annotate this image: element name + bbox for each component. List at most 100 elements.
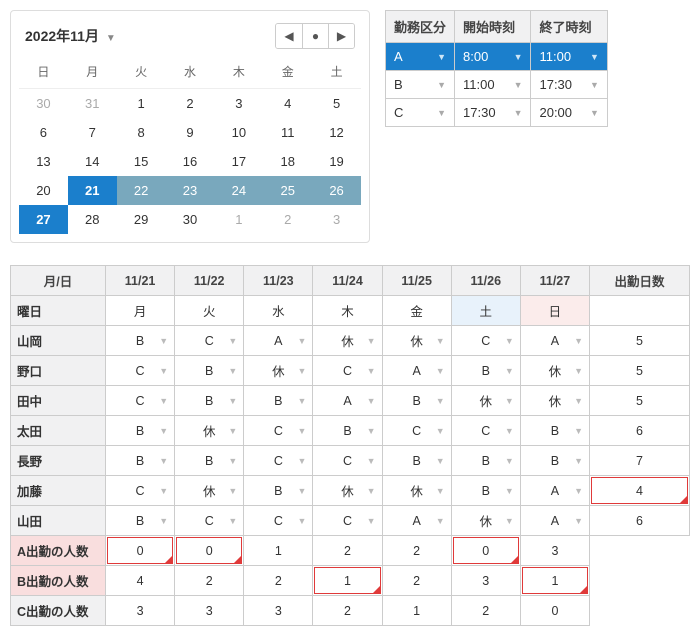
shift-end[interactable]: 20:00▼: [531, 99, 607, 127]
calendar-day[interactable]: 30: [166, 205, 215, 234]
schedule-shift-cell[interactable]: C▼: [313, 356, 382, 386]
calendar-day[interactable]: 8: [117, 118, 166, 147]
schedule-shift-cell[interactable]: A▼: [520, 506, 589, 536]
schedule-shift-cell[interactable]: B▼: [451, 476, 520, 506]
schedule-shift-cell[interactable]: C▼: [244, 506, 313, 536]
schedule-shift-cell[interactable]: B▼: [382, 386, 451, 416]
calendar-month-picker[interactable]: 2022年11月 ▼: [25, 26, 116, 46]
schedule-shift-cell[interactable]: C▼: [382, 416, 451, 446]
shift-start[interactable]: 8:00▼: [455, 43, 531, 71]
schedule-shift-cell[interactable]: 休▼: [382, 476, 451, 506]
calendar-day[interactable]: 7: [68, 118, 117, 147]
schedule-shift-cell[interactable]: B▼: [451, 446, 520, 476]
shift-kind[interactable]: C▼: [386, 99, 455, 127]
schedule-shift-cell[interactable]: B▼: [106, 416, 175, 446]
calendar-day[interactable]: 20: [19, 176, 68, 205]
schedule-shift-cell[interactable]: 休▼: [175, 416, 244, 446]
calendar-day[interactable]: 1: [117, 89, 166, 118]
shift-start[interactable]: 11:00▼: [455, 71, 531, 99]
calendar-day[interactable]: 17: [214, 147, 263, 176]
schedule-shift-cell[interactable]: A▼: [244, 326, 313, 356]
calendar-day[interactable]: 3: [312, 205, 361, 234]
calendar-day[interactable]: 22: [117, 176, 166, 205]
calendar-day[interactable]: 28: [68, 205, 117, 234]
schedule-shift-cell[interactable]: C▼: [175, 506, 244, 536]
schedule-shift-cell[interactable]: 休▼: [520, 356, 589, 386]
schedule-shift-cell[interactable]: 休▼: [520, 386, 589, 416]
calendar-day[interactable]: 29: [117, 205, 166, 234]
schedule-shift-cell[interactable]: A▼: [313, 386, 382, 416]
schedule-shift-cell[interactable]: B▼: [520, 416, 589, 446]
shift-end[interactable]: 17:30▼: [531, 71, 607, 99]
schedule-shift-cell[interactable]: 休▼: [382, 326, 451, 356]
schedule-shift-cell[interactable]: C▼: [106, 386, 175, 416]
schedule-shift-cell[interactable]: C▼: [244, 416, 313, 446]
schedule-shift-cell[interactable]: C▼: [451, 326, 520, 356]
schedule-shift-cell[interactable]: C▼: [451, 416, 520, 446]
shift-row[interactable]: C▼17:30▼20:00▼: [386, 99, 608, 127]
schedule-shift-cell[interactable]: C▼: [244, 446, 313, 476]
calendar-day[interactable]: 10: [214, 118, 263, 147]
calendar-day[interactable]: 9: [166, 118, 215, 147]
calendar-day[interactable]: 14: [68, 147, 117, 176]
schedule-shift-cell[interactable]: B▼: [520, 446, 589, 476]
shift-row[interactable]: B▼11:00▼17:30▼: [386, 71, 608, 99]
shift-kind[interactable]: A▼: [386, 43, 455, 71]
calendar-day[interactable]: 2: [166, 89, 215, 118]
calendar-day[interactable]: 15: [117, 147, 166, 176]
calendar-day[interactable]: 23: [166, 176, 215, 205]
schedule-shift-cell[interactable]: 休▼: [451, 386, 520, 416]
schedule-shift-cell[interactable]: 休▼: [313, 326, 382, 356]
schedule-shift-cell[interactable]: 休▼: [244, 356, 313, 386]
schedule-shift-cell[interactable]: B▼: [175, 446, 244, 476]
shift-start[interactable]: 17:30▼: [455, 99, 531, 127]
calendar-day[interactable]: 27: [19, 205, 68, 234]
schedule-shift-cell[interactable]: 休▼: [313, 476, 382, 506]
schedule-shift-cell[interactable]: C▼: [313, 506, 382, 536]
calendar-day[interactable]: 18: [263, 147, 312, 176]
schedule-shift-cell[interactable]: A▼: [520, 326, 589, 356]
schedule-shift-cell[interactable]: 休▼: [451, 506, 520, 536]
calendar-day[interactable]: 13: [19, 147, 68, 176]
calendar-day[interactable]: 30: [19, 89, 68, 118]
calendar-day[interactable]: 19: [312, 147, 361, 176]
shift-kind[interactable]: B▼: [386, 71, 455, 99]
shift-row[interactable]: A▼8:00▼11:00▼: [386, 43, 608, 71]
schedule-shift-cell[interactable]: B▼: [313, 416, 382, 446]
calendar-day[interactable]: 6: [19, 118, 68, 147]
calendar-day[interactable]: 24: [214, 176, 263, 205]
schedule-shift-cell[interactable]: C▼: [106, 356, 175, 386]
calendar-day[interactable]: 4: [263, 89, 312, 118]
calendar-day[interactable]: 25: [263, 176, 312, 205]
schedule-shift-cell[interactable]: A▼: [382, 506, 451, 536]
schedule-shift-cell[interactable]: A▼: [382, 356, 451, 386]
schedule-shift-cell[interactable]: B▼: [382, 446, 451, 476]
calendar-next-button[interactable]: ▶: [328, 24, 354, 48]
calendar-day[interactable]: 31: [68, 89, 117, 118]
schedule-shift-cell[interactable]: B▼: [451, 356, 520, 386]
calendar-day[interactable]: 21: [68, 176, 117, 205]
schedule-shift-cell[interactable]: C▼: [106, 476, 175, 506]
schedule-shift-cell[interactable]: B▼: [175, 356, 244, 386]
schedule-shift-cell[interactable]: A▼: [520, 476, 589, 506]
shift-end[interactable]: 11:00▼: [531, 43, 607, 71]
calendar-day[interactable]: 3: [214, 89, 263, 118]
schedule-shift-cell[interactable]: B▼: [106, 506, 175, 536]
calendar-today-button[interactable]: ●: [302, 24, 328, 48]
schedule-shift-cell[interactable]: B▼: [244, 476, 313, 506]
calendar-day[interactable]: 5: [312, 89, 361, 118]
calendar-day[interactable]: 12: [312, 118, 361, 147]
schedule-shift-cell[interactable]: B▼: [175, 386, 244, 416]
schedule-shift-cell[interactable]: C▼: [175, 326, 244, 356]
schedule-shift-cell[interactable]: C▼: [313, 446, 382, 476]
calendar-day[interactable]: 11: [263, 118, 312, 147]
schedule-shift-cell[interactable]: B▼: [106, 446, 175, 476]
calendar-day[interactable]: 2: [263, 205, 312, 234]
calendar-day[interactable]: 26: [312, 176, 361, 205]
schedule-shift-cell[interactable]: B▼: [244, 386, 313, 416]
calendar-day[interactable]: 16: [166, 147, 215, 176]
calendar-day[interactable]: 1: [214, 205, 263, 234]
calendar-prev-button[interactable]: ◀: [276, 24, 302, 48]
schedule-shift-cell[interactable]: B▼: [106, 326, 175, 356]
schedule-shift-cell[interactable]: 休▼: [175, 476, 244, 506]
